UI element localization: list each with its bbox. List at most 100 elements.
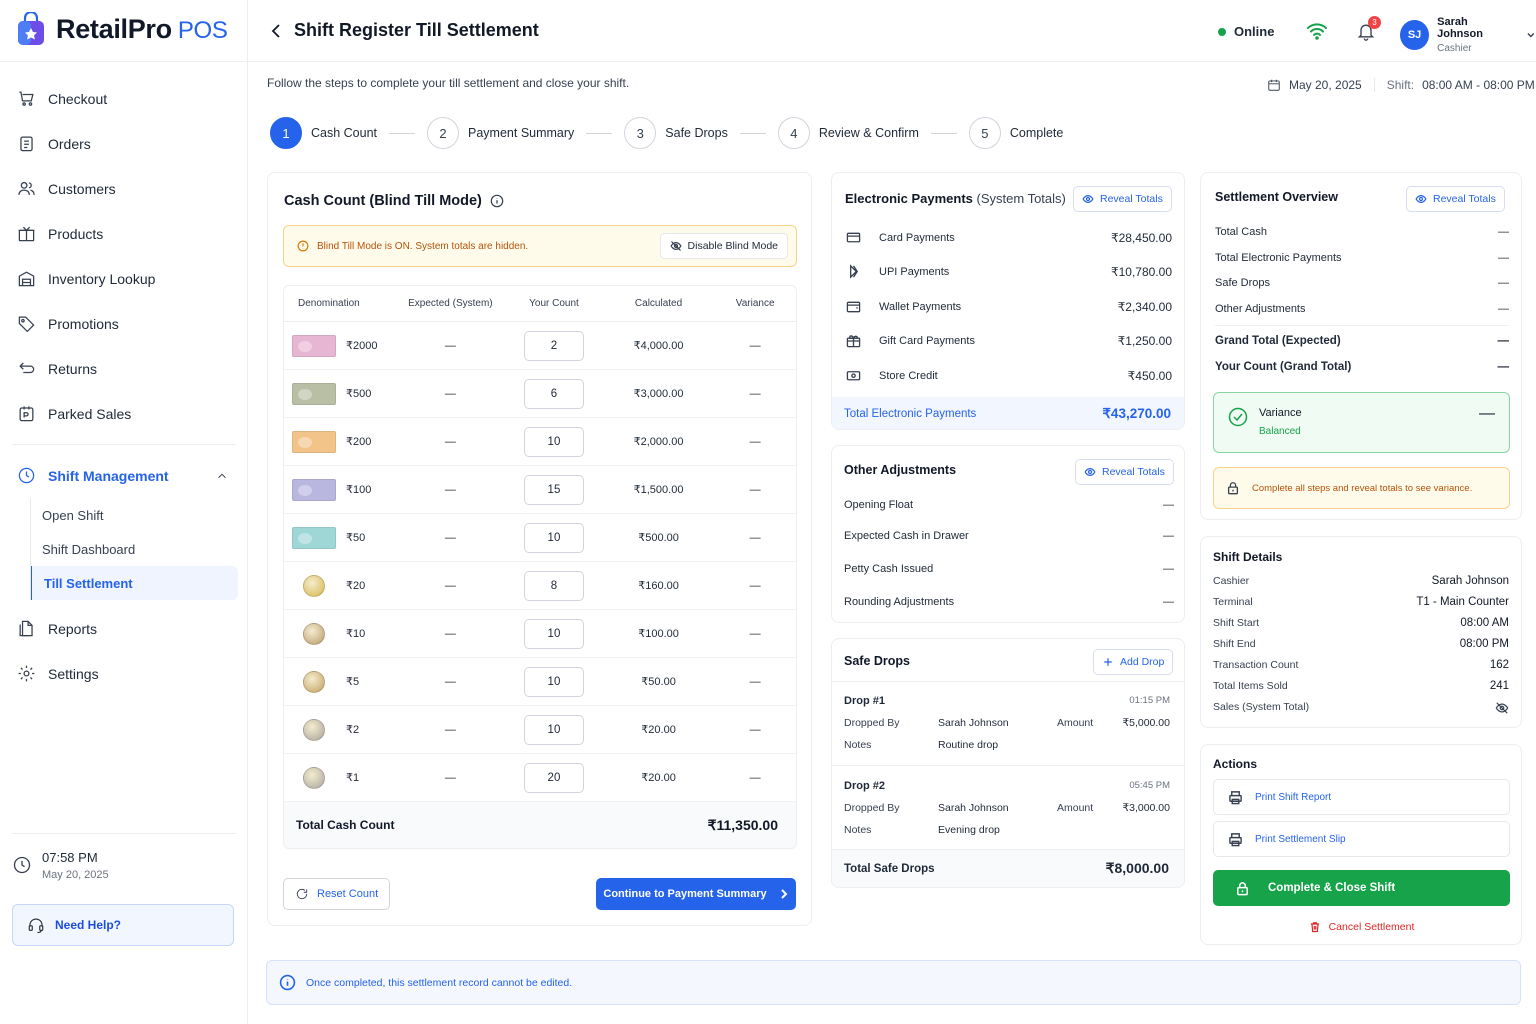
adjustment-row: Rounding Adjustments — [844,596,1174,608]
count-input[interactable]: 10 [523,666,584,697]
coin-icon [303,766,325,789]
variance-value: — [749,483,761,496]
print-shift-report-button[interactable]: Print Shift Report [1213,779,1510,815]
banknote-icon [292,478,336,501]
step-review-confirm[interactable]: 4 Review & Confirm [777,117,919,149]
settlement-overview-title: Settlement Overview [1215,190,1338,204]
print-settlement-slip-button[interactable]: Print Settlement Slip [1213,821,1510,857]
expected-value: — [444,531,456,544]
shift-detail-row: Shift Start 08:00 AM [1213,617,1509,629]
sidebar-item-open-shift[interactable]: Open Shift [30,498,238,532]
step-safe-drops[interactable]: 3 Safe Drops [624,117,728,149]
clock-time: 07:58 PM [42,850,98,865]
eye-off-icon[interactable] [1495,701,1509,715]
eye-icon [1084,468,1096,476]
step-payment-summary[interactable]: 2 Payment Summary [427,117,574,149]
count-input[interactable]: 20 [523,762,584,793]
sidebar-item-orders[interactable]: Orders [0,121,248,166]
trash-icon [1310,922,1319,933]
continue-payment-summary-button[interactable]: Continue to Payment Summary [596,878,796,910]
user-role: Cashier [1437,43,1472,54]
sidebar-item-customers[interactable]: Customers [0,166,248,211]
sidebar-item-shift-dashboard[interactable]: Shift Dashboard [30,532,238,566]
table-row: ₹50 — 10 ₹500.00 — [284,514,796,562]
shift-detail-row: Sales (System Total) [1213,701,1509,715]
sidebar-item-promotions[interactable]: Promotions [0,301,248,346]
plus-icon [1104,658,1112,666]
variance-value: — [749,771,761,784]
sidebar-group-shift-management[interactable]: Shift Management [0,453,248,498]
shift-time: 08:00 AM - 08:00 PM [1422,78,1535,92]
variance-value: — [749,531,761,544]
sidebar-item-checkout[interactable]: Checkout [0,76,248,121]
sidebar-item-label: Products [48,225,104,242]
cash-count-card: Cash Count (Blind Till Mode) Blind Till … [267,172,812,926]
disable-blind-mode-button[interactable]: Disable Blind Mode [659,233,788,259]
sidebar-item-settings[interactable]: Settings [0,651,248,696]
cancel-settlement-button[interactable]: Cancel Settlement [1201,921,1522,933]
sidebar-item-till-settlement[interactable]: Till Settlement [30,566,238,600]
reset-count-button[interactable]: Reset Count [283,878,391,910]
upi-icon [850,264,859,279]
sidebar-item-label: Settings [48,665,99,682]
safe-drops-title: Safe Drops [844,654,910,668]
actions-title: Actions [1213,757,1258,771]
add-drop-button[interactable]: Add Drop [1093,649,1174,675]
sidebar-item-parked-sales[interactable]: Parked Sales [0,391,248,436]
notifications-button[interactable]: 3 [1356,16,1381,47]
count-input[interactable]: 2 [523,330,584,361]
variance-label: Variance [1259,407,1302,419]
sidebar-item-inventory-lookup[interactable]: Inventory Lookup [0,256,248,301]
payment-row-gift-card: Gift Card Payments ₹1,250.00 [846,333,1172,348]
avatar: SJ [1400,20,1430,50]
sidebar-item-label: Customers [48,180,116,197]
step-complete[interactable]: 5 Complete [968,117,1063,149]
electronic-payments-title: Electronic Payments (System Totals) [845,191,1066,206]
sidebar-item-returns[interactable]: Returns [0,346,248,391]
logo[interactable]: RetailPro POS [16,12,228,46]
calendar-icon [1268,79,1280,91]
sidebar-nav: Checkout Orders Customers Products Inven… [0,76,248,696]
reveal-totals-button[interactable]: Reveal Totals [1406,186,1505,212]
variance-value: — [749,579,761,592]
total-cash-count: ₹11,350.00 [707,816,778,833]
online-status: Online [1218,24,1274,39]
sidebar-item-products[interactable]: Products [0,211,248,256]
adjustment-row: Opening Float — [844,499,1174,511]
clock-icon [16,466,36,486]
chevron-up-icon[interactable] [212,466,232,486]
payment-row-card: Card Payments ₹28,450.00 [846,230,1172,245]
parked-icon [16,404,36,424]
sidebar-item-reports[interactable]: Reports [0,606,248,651]
expected-value: — [444,723,456,736]
expected-value: — [444,675,456,688]
count-input[interactable]: 10 [523,426,584,457]
app-name: RetailPro POS [56,13,228,44]
lock-icon [1237,881,1248,895]
stepper: 1 Cash Count 2 Payment Summary 3 Safe Drops… [270,117,1063,149]
user-menu[interactable]: SJ Sarah Johnson Cashier [1400,16,1536,54]
blind-mode-message: Blind Till Mode is ON. System totals are… [317,240,529,252]
reveal-totals-button[interactable]: Reveal Totals [1073,186,1172,212]
count-input[interactable]: 10 [523,522,584,553]
step-cash-count[interactable]: 1 Cash Count [270,117,377,149]
expected-value: — [444,339,456,352]
coin-icon [303,718,325,741]
info-icon[interactable] [490,194,504,208]
count-input[interactable]: 6 [523,378,584,409]
count-input[interactable]: 8 [523,570,584,601]
adjustment-row: Expected Cash in Drawer — [844,530,1174,542]
denomination-label: ₹2000 [346,340,378,352]
safe-drop-item: Drop #2 05:45 PM Dropped By Sarah Johnson A… [844,780,1170,836]
complete-close-shift-button[interactable]: Complete & Close Shift [1213,870,1510,906]
total-electronic-payments: ₹43,270.00 [1102,406,1171,421]
count-input[interactable]: 10 [523,618,584,649]
need-help-button[interactable]: Need Help? [12,904,234,946]
count-input[interactable]: 10 [523,714,584,745]
back-arrow-icon[interactable] [268,22,284,40]
table-row: ₹500 — 6 ₹3,000.00 — [284,370,796,418]
reveal-totals-button[interactable]: Reveal Totals [1075,459,1174,485]
cart-icon [16,89,36,109]
count-input[interactable]: 15 [523,474,584,505]
table-row: ₹2000 — 2 ₹4,000.00 — [284,322,796,370]
